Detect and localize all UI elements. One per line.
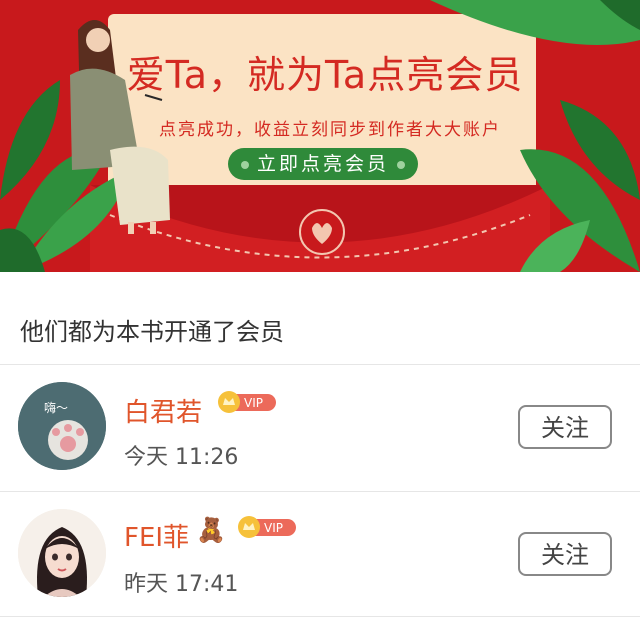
banner-subtitle: 点亮成功，收益立刻同步到作者大大账户 bbox=[159, 120, 501, 140]
follow-button[interactable]: 关注 bbox=[518, 532, 612, 576]
promo-banner[interactable]: 爱Ta，就为Ta点亮会员 点亮成功，收益立刻同步到作者大大账户 立即点亮会员 bbox=[0, 0, 640, 272]
dot-icon bbox=[240, 160, 249, 169]
girl-portrait-icon bbox=[18, 509, 106, 597]
banner-title: 爱Ta，就为Ta点亮会员 bbox=[126, 53, 524, 97]
avatar-caption: 嗨～ bbox=[44, 401, 68, 415]
avatar[interactable] bbox=[18, 509, 106, 597]
vip-badge: VIP bbox=[218, 391, 276, 413]
member-name[interactable]: FEI菲 bbox=[124, 517, 189, 554]
avatar[interactable]: 嗨～ bbox=[18, 382, 106, 470]
cat-paw-icon: 嗨～ bbox=[18, 382, 106, 470]
vip-badge-label: VIP bbox=[264, 521, 283, 535]
section-title: 他们都为本书开通了会员 bbox=[20, 318, 284, 346]
member-time: 今天 11:26 bbox=[124, 445, 239, 470]
activate-membership-button[interactable]: 立即点亮会员 bbox=[228, 148, 418, 180]
member-time: 昨天 17:41 bbox=[124, 572, 239, 597]
vip-badge: VIP bbox=[238, 516, 296, 538]
member-row: 嗨～ 白君若 VIP 今天 11:26 关注 bbox=[0, 365, 640, 491]
member-name[interactable]: 白君若 bbox=[124, 392, 202, 429]
follow-button[interactable]: 关注 bbox=[518, 405, 612, 449]
activate-membership-label: 立即点亮会员 bbox=[256, 153, 389, 175]
vip-badge-label: VIP bbox=[244, 396, 263, 410]
member-row: FEI菲 🧸 VIP 昨天 17:41 关注 bbox=[0, 492, 640, 618]
teddy-bear-icon: 🧸 bbox=[196, 516, 226, 544]
dot-icon bbox=[397, 160, 405, 169]
